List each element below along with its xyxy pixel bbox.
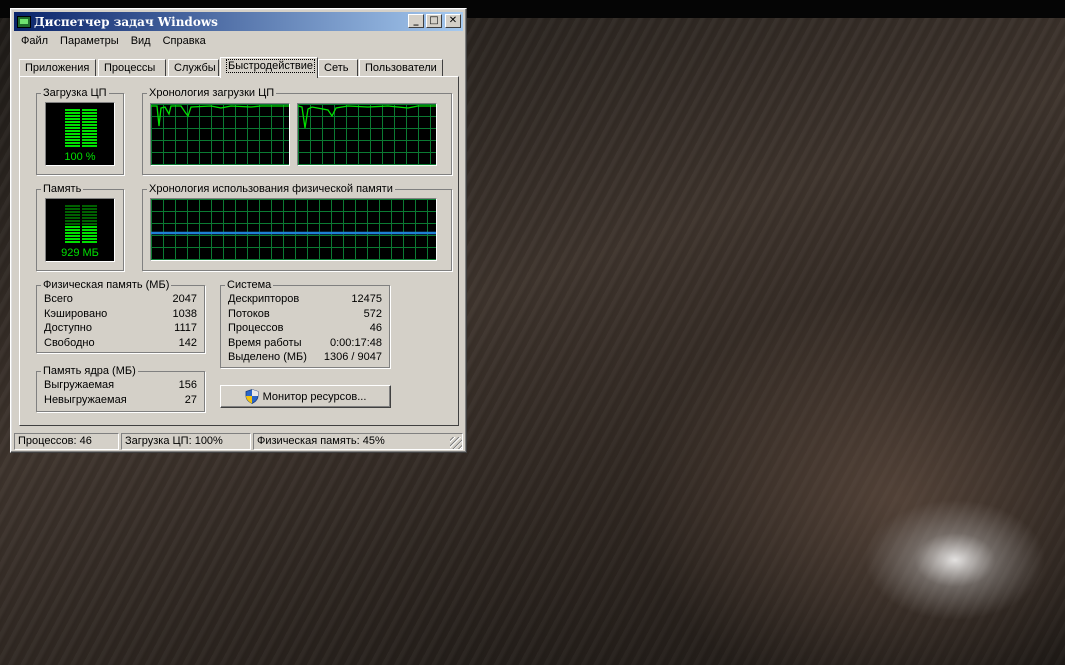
status-bar: Процессов: 46 Загрузка ЦП: 100% Физическ… bbox=[14, 433, 463, 450]
tab-applications[interactable]: Приложения bbox=[19, 59, 96, 77]
status-cpu: Загрузка ЦП: 100% bbox=[121, 433, 251, 450]
memory-label: Память bbox=[43, 183, 82, 195]
close-button[interactable]: ✕ bbox=[445, 14, 461, 28]
physical-memory-label: Физическая память (МБ) bbox=[43, 279, 170, 291]
maximize-button[interactable]: □ bbox=[426, 14, 442, 28]
minimize-button[interactable]: _ bbox=[408, 14, 424, 28]
tab-network[interactable]: Сеть bbox=[318, 59, 358, 77]
system-row-handles: Дескрипторов 12475 bbox=[228, 293, 382, 305]
status-processes: Процессов: 46 bbox=[14, 433, 119, 450]
cpu-usage-label: Загрузка ЦП bbox=[43, 87, 107, 99]
tab-users[interactable]: Пользователи bbox=[359, 59, 443, 77]
kernel-memory-row-paged: Выгружаемая 156 bbox=[44, 379, 197, 391]
kernel-memory-row-nonpaged: Невыгружаемая 27 bbox=[44, 393, 197, 406]
physical-memory-table: Всего 2047 Кэшировано 1038 Доступно 1117 Св… bbox=[44, 292, 197, 350]
cpu-history-graph-core-2 bbox=[297, 103, 437, 166]
kernel-memory-table: Выгружаемая 156 Невыгружаемая 27 bbox=[44, 378, 197, 407]
window-title: Диспетчер задач Windows bbox=[34, 14, 218, 29]
system-row-threads: Потоков 572 bbox=[228, 307, 382, 320]
task-manager-icon bbox=[17, 15, 31, 28]
system-table: Дескрипторов 12475 Потоков 572 Процессов 46… bbox=[228, 292, 382, 365]
tab-processes[interactable]: Процессы bbox=[98, 59, 166, 77]
resource-monitor-button[interactable]: Монитор ресурсов... bbox=[220, 385, 391, 408]
title-bar[interactable]: Диспетчер задач Windows _ □ ✕ bbox=[14, 12, 463, 31]
resize-grip[interactable] bbox=[450, 437, 462, 449]
system-row-commit: Выделено (МБ) 1306 / 9047 bbox=[228, 351, 382, 364]
cpu-usage-meter: 100 % bbox=[45, 102, 115, 166]
menu-view[interactable]: Вид bbox=[125, 33, 157, 51]
tab-services[interactable]: Службы bbox=[168, 59, 219, 77]
status-memory: Физическая память: 45% bbox=[253, 433, 463, 450]
physical-memory-row-cached: Кэшировано 1038 bbox=[44, 307, 197, 320]
memory-history-label: Хронология использования физической памя… bbox=[149, 183, 393, 195]
system-label: Система bbox=[227, 279, 272, 291]
shield-icon bbox=[245, 389, 259, 404]
cpu-history-graph-core-1 bbox=[150, 103, 290, 166]
memory-meter-fill bbox=[65, 225, 97, 243]
menu-file[interactable]: Файл bbox=[15, 33, 54, 51]
cpu-usage-value: 100 % bbox=[64, 151, 96, 163]
tab-performance-label: Быстродействие bbox=[226, 59, 315, 73]
performance-panel: Загрузка ЦП 100 % Хронология загрузки ЦП… bbox=[19, 76, 459, 426]
system-row-processes: Процессов 46 bbox=[228, 322, 382, 335]
menu-options[interactable]: Параметры bbox=[54, 33, 125, 51]
memory-history-graph bbox=[150, 198, 437, 261]
memory-meter: 929 МБ bbox=[45, 198, 115, 262]
menu-help[interactable]: Справка bbox=[157, 33, 212, 51]
memory-value: 929 МБ bbox=[61, 247, 99, 259]
cpu-history-label: Хронология загрузки ЦП bbox=[149, 87, 275, 99]
menu-bar: Файл Параметры Вид Справка bbox=[15, 33, 212, 51]
task-manager-window[interactable]: Диспетчер задач Windows _ □ ✕ Файл Парам… bbox=[10, 8, 467, 453]
physical-memory-row-available: Доступно 1117 bbox=[44, 322, 197, 335]
physical-memory-row-free: Свободно 142 bbox=[44, 336, 197, 349]
resource-monitor-label: Монитор ресурсов... bbox=[262, 390, 367, 403]
system-row-uptime: Время работы 0:00:17:48 bbox=[228, 336, 382, 349]
cpu-meter-bars bbox=[65, 109, 97, 147]
tab-performance[interactable]: Быстродействие bbox=[220, 57, 318, 78]
physical-memory-row-total: Всего 2047 bbox=[44, 293, 197, 305]
kernel-memory-label: Память ядра (МБ) bbox=[43, 365, 136, 377]
memory-meter-bars bbox=[65, 205, 97, 243]
